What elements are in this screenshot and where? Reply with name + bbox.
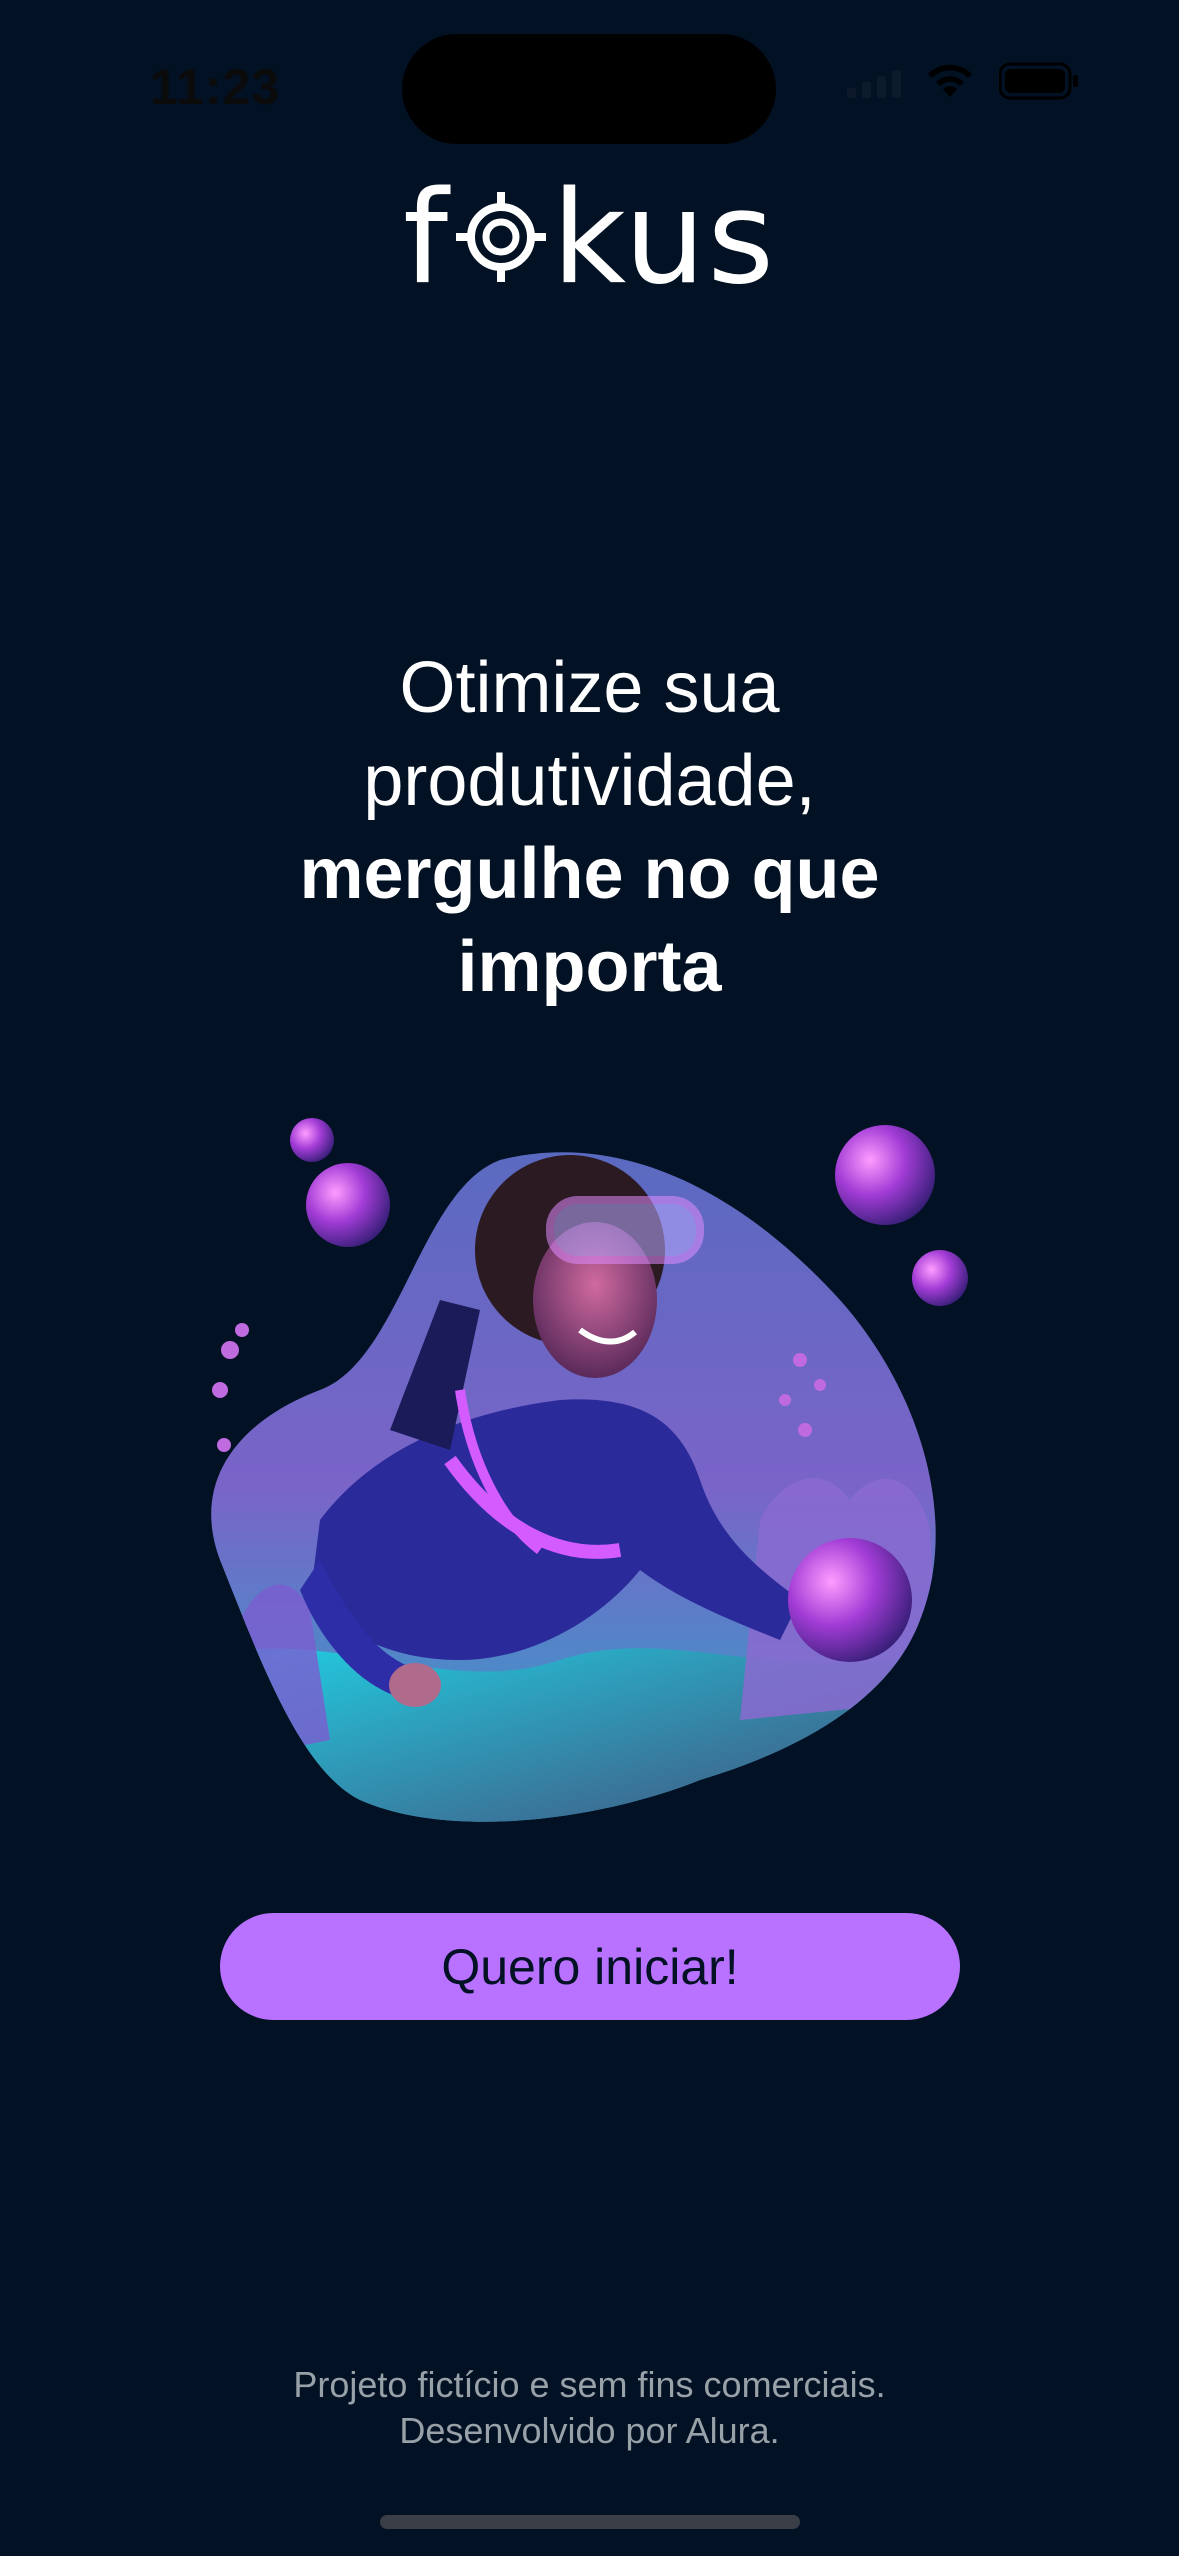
status-time: 11:23 bbox=[150, 59, 281, 115]
status-bar: 11:23 bbox=[0, 0, 1179, 160]
footer: Projeto fictício e sem fins comerciais. … bbox=[0, 2362, 1179, 2454]
app-logo: f kus bbox=[0, 175, 1179, 303]
dynamic-island bbox=[402, 34, 776, 144]
home-indicator[interactable] bbox=[380, 2515, 800, 2529]
footer-disclaimer: Projeto fictício e sem fins comerciais. bbox=[293, 2364, 886, 2405]
signal-icon bbox=[847, 64, 901, 98]
headline-line-4: importa bbox=[457, 927, 722, 1007]
headline-line-3: mergulhe no que bbox=[299, 834, 880, 914]
footer-credit: Desenvolvido por Alura. bbox=[399, 2410, 780, 2451]
diver-illustration bbox=[200, 1100, 980, 1860]
logo-text-right: kus bbox=[552, 164, 777, 313]
start-button[interactable]: Quero iniciar! bbox=[220, 1913, 960, 2020]
status-icons bbox=[847, 62, 1079, 100]
headline-line-2: produtividade, bbox=[363, 741, 816, 821]
target-icon bbox=[456, 175, 547, 303]
wifi-icon bbox=[925, 63, 975, 99]
headline: Otimize sua produtividade, mergulhe no q… bbox=[0, 642, 1179, 1014]
logo-wordmark: f kus bbox=[403, 175, 776, 303]
headline-line-1: Otimize sua bbox=[399, 648, 780, 728]
logo-text-left: f bbox=[402, 164, 451, 313]
battery-icon bbox=[999, 62, 1079, 100]
